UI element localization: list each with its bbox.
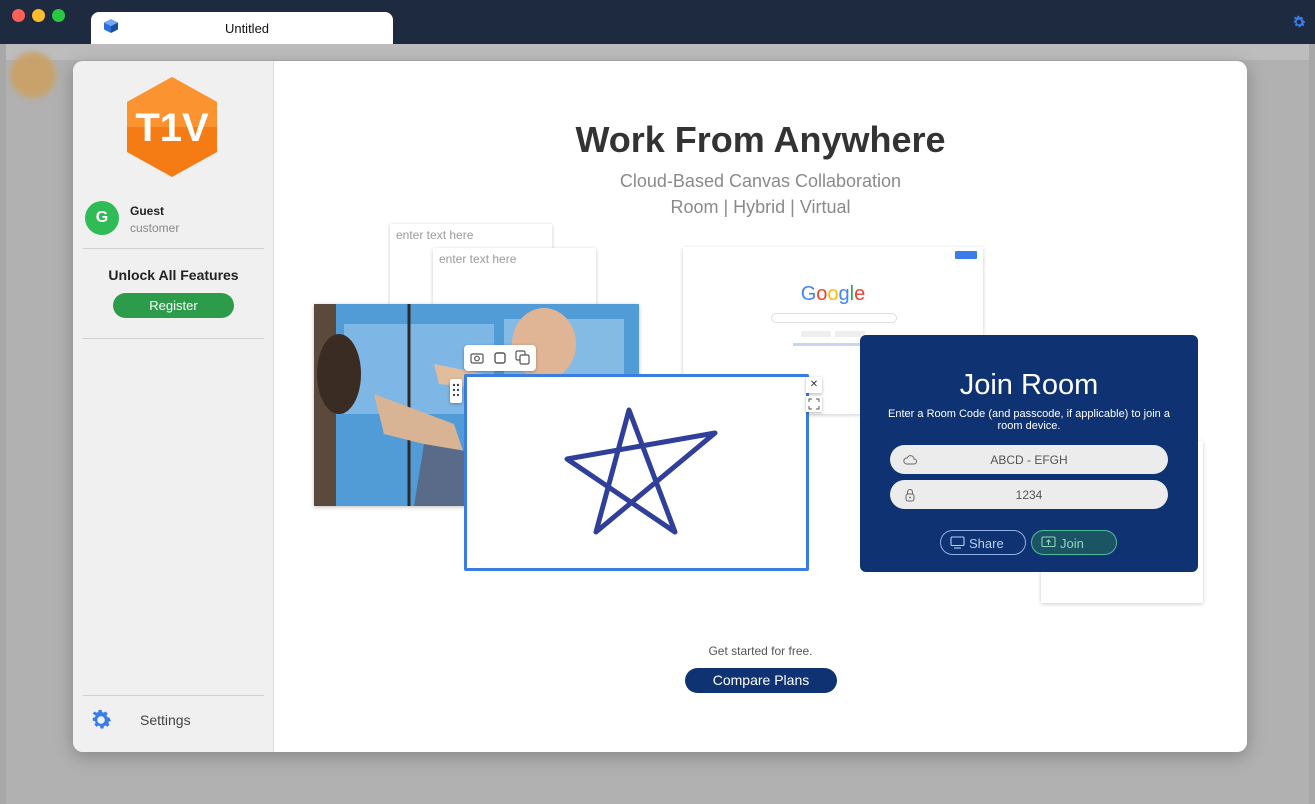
join-button[interactable]: Join bbox=[1031, 530, 1117, 555]
main-content: Work From Anywhere Cloud-Based Canvas Co… bbox=[274, 61, 1247, 752]
sticky-note-placeholder: enter text here bbox=[396, 228, 474, 242]
user-role: customer bbox=[130, 221, 180, 235]
sidebar: T1V G Guest customer Unlock All Features… bbox=[73, 61, 274, 752]
star-drawing bbox=[564, 407, 718, 535]
gear-icon[interactable] bbox=[1291, 14, 1307, 30]
t1v-logo: T1V bbox=[127, 77, 217, 177]
share-label: Share bbox=[969, 536, 1004, 551]
room-code-input[interactable]: ABCD - EFGH bbox=[890, 445, 1168, 474]
room-code-value: ABCD - EFGH bbox=[990, 453, 1068, 467]
user-name: Guest bbox=[130, 204, 165, 218]
search-button-preview bbox=[801, 331, 831, 337]
google-logo: Google bbox=[800, 283, 866, 305]
sidebar-divider bbox=[83, 695, 264, 696]
drag-handle[interactable] bbox=[450, 379, 462, 403]
join-screen-icon bbox=[1041, 536, 1056, 548]
sign-in-button bbox=[955, 251, 977, 259]
join-room-title: Join Room bbox=[959, 369, 1099, 401]
camera-icon[interactable] bbox=[470, 351, 484, 365]
close-icon[interactable]: ✕ bbox=[806, 377, 822, 393]
passcode-input[interactable]: 1234 bbox=[890, 480, 1168, 509]
welcome-modal: T1V G Guest customer Unlock All Features… bbox=[73, 61, 1247, 752]
monitor-icon bbox=[950, 536, 965, 549]
duplicate-icon[interactable] bbox=[515, 350, 530, 365]
sidebar-divider bbox=[83, 248, 264, 249]
title-bar: Untitled bbox=[0, 0, 1315, 44]
search-bar-preview bbox=[771, 313, 897, 323]
register-button[interactable]: Register bbox=[113, 293, 234, 318]
join-label: Join bbox=[1060, 536, 1084, 551]
sticky-note-placeholder: enter text here bbox=[439, 252, 517, 266]
get-started-text: Get started for free. bbox=[708, 644, 813, 658]
whiteboard-canvas[interactable] bbox=[464, 374, 809, 571]
compare-plans-button[interactable]: Compare Plans bbox=[685, 668, 837, 693]
sidebar-divider bbox=[83, 338, 264, 339]
app-background-toolbar bbox=[6, 44, 1309, 60]
join-room-description: Enter a Room Code (and passcode, if appl… bbox=[888, 408, 1170, 432]
close-window-button[interactable] bbox=[12, 9, 25, 22]
page-title: Work From Anywhere bbox=[575, 119, 946, 160]
subtitle-secondary: Room | Hybrid | Virtual bbox=[670, 197, 851, 217]
join-room-card: Join Room Enter a Room Code (and passcod… bbox=[860, 335, 1198, 572]
passcode-value: 1234 bbox=[1015, 488, 1043, 502]
share-button[interactable]: Share bbox=[940, 530, 1026, 555]
zoom-window-button[interactable] bbox=[52, 9, 65, 22]
tab-untitled[interactable]: Untitled bbox=[91, 12, 393, 44]
drag-dots-icon bbox=[452, 383, 460, 397]
subtitle-primary: Cloud-Based Canvas Collaboration bbox=[619, 171, 902, 191]
unlock-features-heading: Unlock All Features bbox=[108, 267, 239, 283]
settings-link[interactable]: Settings bbox=[140, 712, 191, 728]
background-avatar bbox=[10, 52, 56, 98]
square-icon[interactable] bbox=[493, 351, 507, 365]
svg-text:T1V: T1V bbox=[135, 106, 209, 150]
settings-gear-icon[interactable] bbox=[88, 707, 114, 733]
expand-icon[interactable] bbox=[806, 396, 822, 412]
minimize-window-button[interactable] bbox=[32, 9, 45, 22]
object-toolbar bbox=[464, 345, 536, 371]
tab-title: Untitled bbox=[224, 21, 270, 36]
avatar: G bbox=[85, 201, 119, 235]
